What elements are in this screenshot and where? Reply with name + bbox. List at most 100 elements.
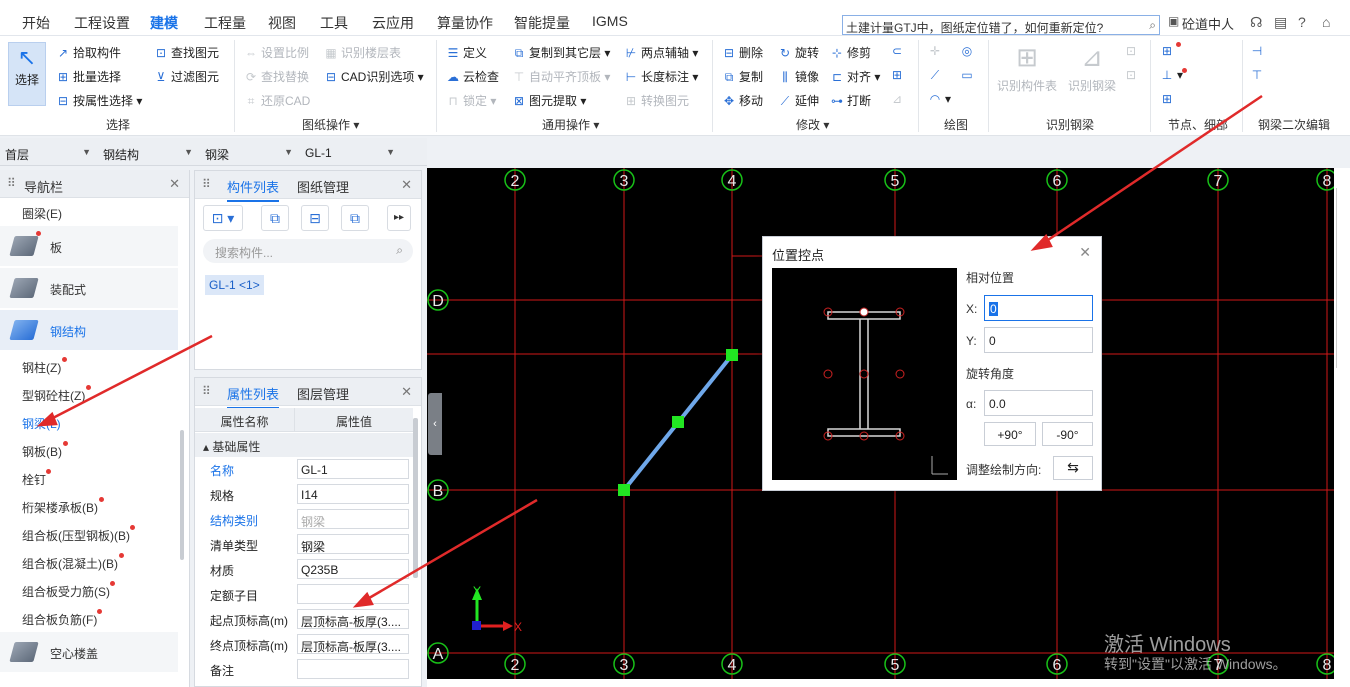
detail-button[interactable]: ⊥ ▾ [1160,68,1183,82]
set-scale-button[interactable]: ⇔ 设置比例 [244,44,309,61]
close-icon[interactable]: ✕ [401,384,412,400]
prop-value-structure[interactable]: 钢梁 [297,509,409,529]
nav-item-composite-concrete[interactable]: 组合板(混凝土)(B) [22,555,118,572]
rect-draw-button[interactable]: ▭ [960,68,977,82]
identify-aux-2-button[interactable]: ⊡ [1124,68,1141,82]
auto-align-top-button[interactable]: ⊤ 自动平齐顶板 ▾ [512,68,611,85]
nav-category-steel[interactable]: 钢结构 [0,310,178,350]
filter-element-button[interactable]: ⊻ 过滤图元 [154,68,219,85]
move-button[interactable]: ✥ 移动 [722,92,763,109]
prop-value-remark[interactable] [297,659,409,679]
copy-component-button[interactable]: ⧉ [261,205,289,231]
cad-options-button[interactable]: ⊟ CAD识别选项 ▾ [324,68,424,85]
two-point-axis-button[interactable]: ⊬ 两点辅轴 ▾ [624,44,699,61]
grip-point-start[interactable] [618,484,630,496]
prop-value-bill-type[interactable]: 钢梁 [297,534,409,554]
component-item[interactable]: GL-1 <1> [205,275,264,295]
pick-component-button[interactable]: ↗ 拾取构件 [56,44,121,61]
trim-button[interactable]: ⊹ 修剪 [830,44,871,61]
cloud-check-button[interactable]: ☁ 云检查 [446,68,499,85]
home-icon[interactable]: ⌂ [1322,14,1330,30]
align-button[interactable]: ⊏ 对齐 ▾ [830,68,880,85]
search-icon[interactable]: ⌕ [1149,18,1156,33]
help-search-input[interactable]: 土建计量GTJ中，图纸定位错了，如何重新定位? ⌕ [842,15,1160,35]
beam-edit-2-button[interactable]: ⊤ [1250,68,1267,82]
property-group-basic[interactable]: ▴ 基础属性 [195,433,413,457]
rotate-plus-90-button[interactable]: +90° [984,422,1036,446]
more-button[interactable]: ▸▸ [387,205,411,231]
new-component-button[interactable]: ⊡ ▾ [203,205,243,231]
prop-value-material[interactable]: Q235B [297,559,409,579]
nav-item-composite-neg-rebar[interactable]: 组合板负筋(F) [22,611,97,628]
grip-point-end[interactable] [726,349,738,361]
menu-collab[interactable]: 算量协作 [437,13,493,33]
mirror-button[interactable]: ⫼ 镜像 [778,68,819,85]
swap-direction-button[interactable]: ⇆ [1053,456,1093,480]
select-button[interactable]: ↖ 选择 [8,42,46,106]
length-dim-button[interactable]: ⊢ 长度标注 ▾ [624,68,699,85]
menu-tools[interactable]: 工具 [320,13,348,33]
beam-edit-1-button[interactable]: ⊣ [1250,44,1267,58]
grip-point-mid[interactable] [672,416,684,428]
tab-component-list[interactable]: 构件列表 [227,177,280,202]
component-search-input[interactable]: 搜索构件... ⌕ [203,239,413,263]
copy-to-floor-button[interactable]: ⧉ 复制到其它层 ▾ [512,44,611,61]
menu-smart[interactable]: 智能提量 [514,13,570,33]
extend-button[interactable]: ⟋ 延伸 [778,92,819,109]
close-icon[interactable]: ✕ [169,176,180,192]
nav-scrollbar[interactable] [180,430,184,560]
menu-modeling[interactable]: 建模 [150,13,178,38]
tab-drawing-management[interactable]: 图纸管理 [297,177,349,196]
headset-icon[interactable]: ☊ [1250,14,1262,31]
grip-icon[interactable]: ⠿ [7,176,16,190]
identify-aux-1-button[interactable]: ⊡ [1124,44,1141,58]
floor-select[interactable]: 首层 ▼ [0,142,96,162]
circle-draw-button[interactable]: ◎ [960,44,977,58]
nav-item-truss-deck[interactable]: 桁架楼承板(B) [22,499,98,516]
identify-floor-table-button[interactable]: ▦ 识别楼层表 [324,44,401,61]
x-offset-input[interactable]: 0 [984,295,1093,321]
user-name[interactable]: 砼道中人 [1182,14,1234,33]
tab-layer-management[interactable]: 图层管理 [297,384,349,403]
nav-category-prefab[interactable]: 装配式 [0,268,178,308]
nav-category-hollow-slab[interactable]: 空心楼盖 [0,632,178,672]
props-scrollbar[interactable] [413,418,418,578]
prop-value-start-elev[interactable]: 层顶标高-板厚(3.... [297,609,409,629]
delete-button[interactable]: ⊟ 删除 [722,44,763,61]
user-icon[interactable]: ▣ [1168,14,1179,28]
panel-collapse-handle[interactable]: ‹ [428,393,442,455]
menu-igms[interactable]: IGMS [592,13,628,29]
nav-item-steel-column[interactable]: 钢柱(Z) [22,359,61,376]
rotation-angle-input[interactable]: 0.0 [984,390,1093,416]
offset-button[interactable]: ⊂ [890,44,907,58]
component-select[interactable]: GL-1 ▼ [300,142,400,162]
extract-element-button[interactable]: ⊠ 图元提取 ▾ [512,92,586,109]
menu-cloud[interactable]: 云应用 [372,13,414,33]
tab-property-list[interactable]: 属性列表 [227,384,280,409]
identify-component-table-button[interactable]: ⊞ 识别构件表 [996,42,1058,94]
menu-project-settings[interactable]: 工程设置 [74,13,130,33]
batch-select-button[interactable]: ⊞ 批量选择 [56,68,121,85]
arc-draw-button[interactable]: ◠ ▾ [928,92,951,106]
stretch-button[interactable]: ⊿ [890,92,907,106]
view-toolbar[interactable] [1336,188,1350,368]
restore-cad-button[interactable]: ⌗ 还原CAD [244,92,311,109]
line-draw-button[interactable]: ⟋ [928,68,945,83]
identify-steel-beam-button[interactable]: ⊿ 识别钢梁 [1066,42,1118,94]
nav-category-slab[interactable]: 板 [0,226,178,266]
break-button[interactable]: ⊶ 打断 [830,92,871,109]
prop-value-spec[interactable]: I14 [297,484,409,504]
type-select[interactable]: 钢梁 ▼ [200,142,298,162]
menu-view[interactable]: 视图 [268,13,296,33]
help-icon[interactable]: ? [1298,14,1306,30]
menu-start[interactable]: 开始 [22,13,50,33]
split-button[interactable]: ⊞ [890,68,907,82]
nav-item-ring-beam[interactable]: 圈梁(E) [22,205,62,222]
rotate-minus-90-button[interactable]: -90° [1042,422,1093,446]
nav-item-src-column[interactable]: 型钢砼柱(Z) [22,387,85,404]
rotate-button[interactable]: ↻ 旋转 [778,44,819,61]
connect-button[interactable]: ⊞ [1160,92,1177,106]
grip-icon[interactable]: ⠿ [202,384,211,398]
y-offset-input[interactable]: 0 [984,327,1093,353]
nav-item-steel-plate[interactable]: 钢板(B) [22,443,62,460]
